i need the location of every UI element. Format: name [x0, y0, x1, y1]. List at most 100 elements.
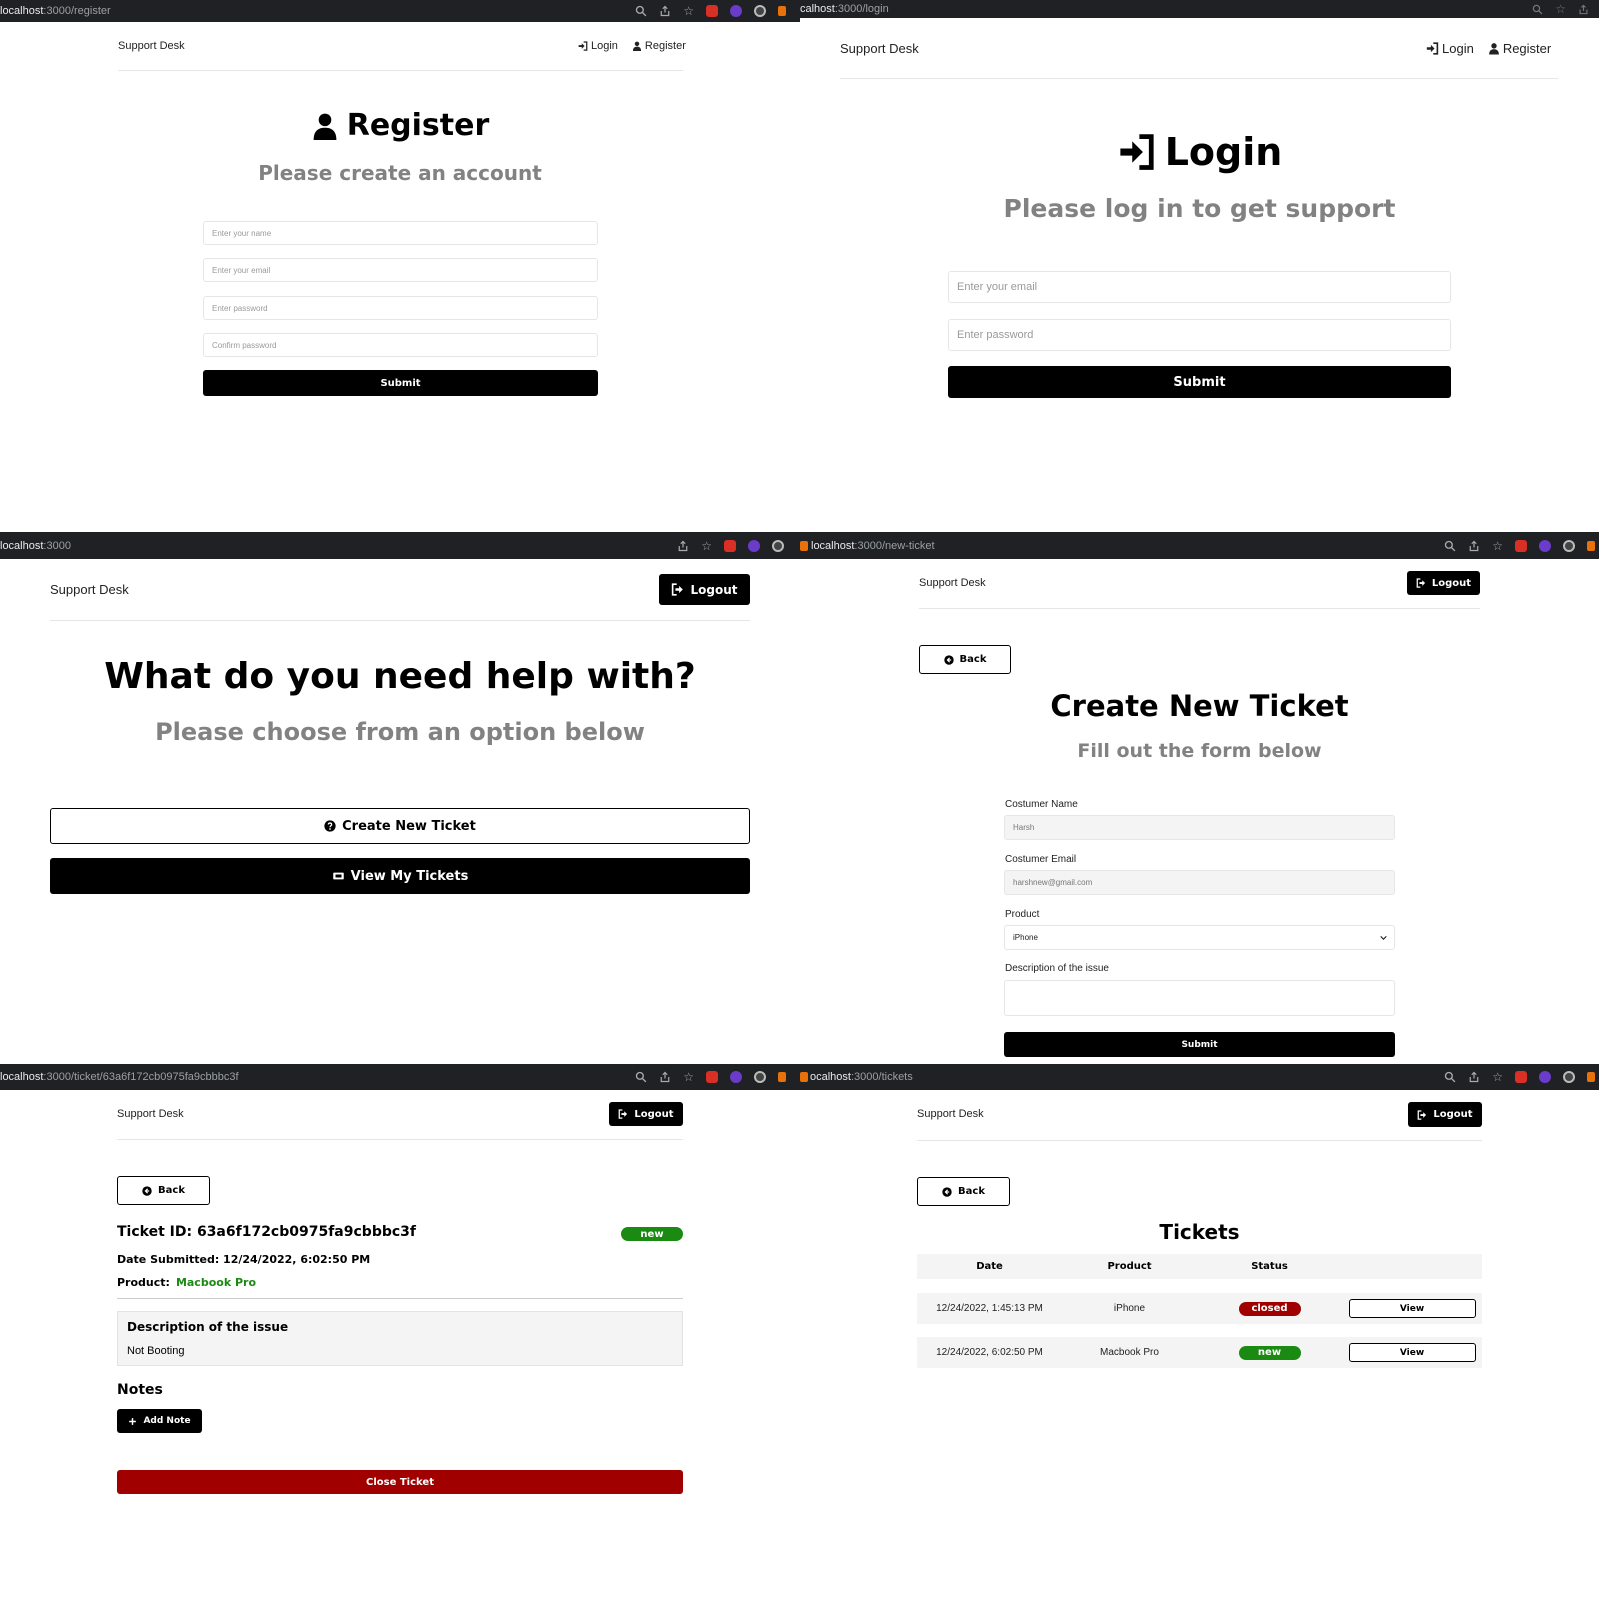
view-tickets-label: View My Tickets — [350, 868, 469, 884]
brand-link[interactable]: Support Desk — [118, 40, 185, 52]
header-divider — [917, 1140, 1482, 1141]
login-link[interactable]: Login — [1426, 41, 1474, 56]
brand-link[interactable]: Support Desk — [919, 577, 986, 589]
url-text[interactable]: localhost:3000/register — [0, 5, 111, 17]
status-badge: closed — [1238, 1301, 1301, 1316]
sign-out-icon — [671, 583, 684, 596]
extension-icon[interactable] — [1563, 1071, 1575, 1083]
product-label: Product — [1005, 909, 1040, 920]
star-icon[interactable]: ☆ — [1555, 3, 1566, 15]
share-icon[interactable] — [677, 540, 689, 552]
extension-icon[interactable] — [1539, 539, 1551, 552]
column-header-product: Product — [1107, 1261, 1152, 1272]
logout-button[interactable]: Logout — [659, 574, 750, 605]
back-button[interactable]: Back — [919, 645, 1011, 674]
star-icon[interactable]: ☆ — [683, 5, 694, 17]
extension-icon[interactable] — [730, 5, 742, 17]
star-icon[interactable]: ☆ — [683, 1071, 694, 1083]
extension-icon[interactable] — [778, 6, 786, 16]
extension-icon[interactable] — [1563, 539, 1575, 552]
row-product: iPhone — [1113, 1303, 1146, 1314]
url-text[interactable]: localhost:3000 — [0, 540, 71, 552]
logout-button[interactable]: Logout — [1407, 571, 1480, 595]
view-tickets-button[interactable]: View My Tickets — [50, 858, 750, 894]
url-text[interactable]: ocalhost:3000/tickets — [800, 1071, 913, 1083]
star-icon[interactable]: ☆ — [701, 540, 712, 552]
email-input[interactable]: Enter your email — [203, 258, 598, 282]
product-select[interactable]: iPhone — [1004, 925, 1395, 950]
extension-icon[interactable] — [706, 5, 718, 17]
extension-icon[interactable] — [1587, 1072, 1595, 1082]
submit-button[interactable]: Submit — [948, 366, 1451, 398]
extension-icon[interactable] — [1515, 539, 1527, 552]
brand-link[interactable]: Support Desk — [840, 41, 919, 56]
register-panel: localhost:3000/register ☆ Support Desk L… — [0, 0, 800, 532]
star-icon[interactable]: ☆ — [1492, 1071, 1503, 1083]
share-icon[interactable] — [659, 1071, 671, 1083]
date-submitted: Date Submitted: 12/24/2022, 6:02:50 PM — [117, 1253, 371, 1266]
confirm-password-input[interactable]: Confirm password — [203, 333, 598, 357]
extension-icon[interactable] — [754, 1071, 766, 1083]
chevron-down-icon — [1379, 933, 1388, 942]
url-text[interactable]: calhost:3000/login — [800, 3, 889, 15]
row-action-cell: View — [1342, 1299, 1482, 1318]
register-link[interactable]: Register — [632, 40, 686, 52]
view-button[interactable]: View — [1348, 1343, 1476, 1362]
create-ticket-button[interactable]: Create New Ticket — [50, 808, 750, 844]
view-button[interactable]: View — [1348, 1299, 1476, 1318]
share-icon[interactable] — [1578, 4, 1589, 15]
extension-icon[interactable] — [1587, 540, 1595, 551]
brand-link[interactable]: Support Desk — [117, 1108, 184, 1120]
share-icon[interactable] — [1468, 540, 1480, 552]
logout-button[interactable]: Logout — [609, 1102, 683, 1126]
search-icon[interactable] — [635, 5, 647, 17]
email-input[interactable]: Enter your email — [948, 271, 1451, 303]
share-icon[interactable] — [1468, 1071, 1480, 1083]
password-input[interactable]: Enter password — [948, 319, 1451, 351]
search-icon[interactable] — [1532, 4, 1543, 15]
login-link[interactable]: Login — [578, 40, 618, 52]
row-product: Macbook Pro — [1100, 1347, 1159, 1358]
customer-email-label: Costumer Email — [1005, 854, 1077, 865]
password-input[interactable]: Enter password — [203, 296, 598, 320]
submit-button[interactable]: Submit — [203, 370, 598, 396]
header-divider — [118, 70, 683, 71]
extension-icon[interactable] — [1539, 1071, 1551, 1083]
back-button[interactable]: Back — [117, 1176, 210, 1205]
back-button-label: Back — [158, 1185, 185, 1196]
question-circle-icon — [324, 820, 336, 832]
add-note-button[interactable]: Add Note — [117, 1409, 202, 1433]
brand-link[interactable]: Support Desk — [917, 1108, 984, 1120]
extension-icon[interactable] — [730, 1071, 742, 1083]
user-icon — [632, 41, 642, 51]
extension-icon[interactable] — [1515, 1071, 1527, 1083]
browser-address-bar: ocalhost:3000/tickets ☆ — [800, 1064, 1599, 1090]
name-input[interactable]: Enter your name — [203, 221, 598, 245]
submit-button[interactable]: Submit — [1004, 1032, 1395, 1057]
search-icon[interactable] — [1444, 1071, 1456, 1083]
extension-icon[interactable] — [724, 539, 736, 552]
search-icon[interactable] — [635, 1071, 647, 1083]
close-ticket-button[interactable]: Close Ticket — [117, 1470, 683, 1494]
star-icon[interactable]: ☆ — [1492, 540, 1503, 552]
back-button[interactable]: Back — [917, 1177, 1010, 1206]
description-textarea[interactable] — [1004, 980, 1395, 1016]
extension-icon[interactable] — [754, 5, 766, 17]
extension-icon[interactable] — [706, 1071, 718, 1083]
page-subtitle: Please choose from an option below — [155, 718, 645, 746]
share-icon[interactable] — [659, 5, 671, 17]
extension-icon[interactable] — [772, 539, 784, 552]
extension-icon[interactable] — [748, 539, 760, 552]
logout-button[interactable]: Logout — [1408, 1102, 1482, 1127]
product-line: Product: Macbook Pro — [117, 1276, 256, 1289]
extension-icon[interactable] — [778, 1072, 786, 1082]
url-text[interactable]: localhost:3000/ticket/63a6f172cb0975fa9c… — [0, 1071, 239, 1083]
brand-link[interactable]: Support Desk — [50, 582, 129, 597]
nav-links: Login Register — [1426, 41, 1551, 56]
search-icon[interactable] — [1444, 540, 1456, 552]
sign-out-icon — [618, 1109, 628, 1119]
register-link[interactable]: Register — [1488, 41, 1551, 56]
browser-toolbar-icons: ☆ — [635, 1064, 786, 1090]
row-status-cell: closed — [1197, 1301, 1342, 1316]
url-text[interactable]: localhost:3000/new-ticket — [800, 540, 935, 552]
